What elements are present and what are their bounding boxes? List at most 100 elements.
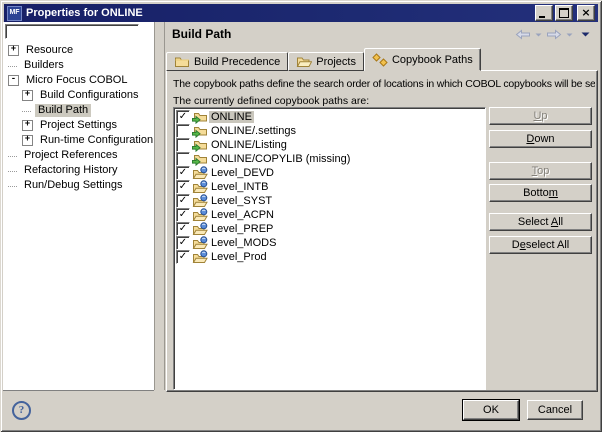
sidebar-item-label: Project References — [21, 149, 121, 162]
list-item-level-acpn[interactable]: ✓ Level_ACPN — [176, 208, 484, 222]
minimize-icon — [539, 16, 545, 18]
maximize-button[interactable] — [555, 5, 573, 21]
checkbox-checked[interactable]: ✓ — [176, 222, 190, 236]
list-item-level-syst[interactable]: ✓ Level_SYST — [176, 194, 484, 208]
titlebar[interactable]: MF Properties for ONLINE × — [4, 4, 598, 22]
level-folder-icon — [192, 250, 208, 264]
list-item-label: Level_Prod — [209, 251, 269, 263]
list-item-label: Level_MODS — [209, 237, 278, 249]
expand-icon[interactable]: + — [22, 120, 33, 131]
cancel-button[interactable]: Cancel — [527, 400, 583, 420]
list-item-online-settings[interactable]: ONLINE/.settings — [176, 124, 484, 138]
list-item-label: Level_DEVD — [209, 167, 276, 179]
list-item-level-prep[interactable]: ✓ Level_PREP — [176, 222, 484, 236]
expand-icon[interactable]: + — [8, 45, 19, 56]
back-menu-button[interactable] — [533, 33, 544, 37]
ok-button[interactable]: OK — [463, 400, 519, 420]
minimize-button[interactable] — [535, 5, 553, 21]
sidebar-item-project-settings[interactable]: + Project Settings — [3, 118, 154, 133]
button-label-part: Botto — [523, 187, 549, 199]
list-item-online-copylib-missing[interactable]: ONLINE/COPYLIB (missing) — [176, 152, 484, 166]
sidebar-item-run-time-configuration[interactable]: +Run-time Configuration — [3, 133, 154, 148]
sash-divider[interactable] — [154, 22, 165, 390]
collapse-icon[interactable]: - — [8, 75, 19, 86]
checkbox-checked[interactable]: ✓ — [176, 194, 190, 208]
select-all-button[interactable]: Select All — [489, 213, 592, 231]
sidebar-item-builders[interactable]: Builders — [3, 58, 154, 73]
list-item-label: ONLINE/Listing — [209, 139, 289, 151]
list-item-level-mods[interactable]: ✓ Level_MODS — [176, 236, 484, 250]
sidebar-item-label: Project Settings — [37, 119, 120, 132]
tree-connector — [8, 65, 17, 67]
forward-icon — [546, 29, 562, 40]
expand-icon[interactable]: + — [22, 135, 33, 146]
checkbox-checked[interactable]: ✓ — [176, 166, 190, 180]
copybook-path-list[interactable]: ✓ONLINEONLINE/.settings ONLINE/ListingONL… — [173, 107, 486, 390]
list-item-label: Level_PREP — [209, 223, 275, 235]
check-mark-icon: ✓ — [179, 182, 187, 192]
list-item-online[interactable]: ✓ONLINE — [176, 110, 484, 124]
sidebar-item-label: Refactoring History — [21, 164, 121, 177]
button-label-part: ll — [558, 216, 563, 228]
help-button[interactable]: ? — [12, 401, 31, 420]
back-button[interactable] — [513, 29, 533, 40]
checkbox-checked[interactable]: ✓ — [176, 110, 190, 124]
sidebar-item-label: Build Configurations — [37, 89, 141, 102]
tab-copybook-paths[interactable]: Copybook Paths — [364, 48, 481, 71]
down-button[interactable]: Down — [489, 130, 592, 148]
help-icon: ? — [19, 405, 25, 416]
tree-connector — [8, 185, 17, 187]
view-menu-button[interactable] — [579, 32, 592, 37]
up-button[interactable]: Up — [489, 107, 592, 125]
properties-tree: +ResourceBuilders-Micro Focus COBOL+Buil… — [3, 43, 154, 389]
expand-icon[interactable]: + — [22, 90, 33, 101]
list-item-level-prod[interactable]: ✓ Level_Prod — [176, 250, 484, 264]
tab-projects[interactable]: Projects — [288, 52, 364, 71]
sidebar-item-micro-focus-cobol[interactable]: -Micro Focus COBOL — [3, 73, 154, 88]
checkbox-unchecked[interactable] — [176, 152, 190, 166]
view-menu-icon — [581, 32, 590, 37]
checkbox-unchecked[interactable] — [176, 138, 190, 152]
sidebar-item-build-configurations[interactable]: + Build Configurations — [3, 88, 154, 103]
filter-input[interactable] — [5, 24, 139, 39]
app-icon: MF — [7, 6, 22, 21]
list-item-online-listing[interactable]: ONLINE/Listing — [176, 138, 484, 152]
checkbox-checked[interactable]: ✓ — [176, 250, 190, 264]
sidebar-item-label: Micro Focus COBOL — [23, 74, 130, 87]
forward-button[interactable] — [544, 29, 564, 40]
close-button[interactable]: × — [577, 5, 595, 21]
sidebar-item-run-debug-settings[interactable]: Run/Debug Settings — [3, 178, 154, 193]
deselect-all-button[interactable]: Deselect All — [489, 236, 592, 254]
forward-menu-button[interactable] — [564, 33, 575, 37]
button-label-part: own — [534, 133, 554, 145]
top-button[interactable]: Top — [489, 162, 592, 180]
list-item-label: Level_INTB — [209, 181, 270, 193]
list-item-label: Level_ACPN — [209, 209, 276, 221]
checkbox-checked[interactable]: ✓ — [176, 208, 190, 222]
button-label-part: p — [541, 110, 547, 122]
sidebar-item-resource[interactable]: +Resource — [3, 43, 154, 58]
checkbox-checked[interactable]: ✓ — [176, 236, 190, 250]
check-mark-icon: ✓ — [179, 112, 187, 122]
level-folder-icon — [192, 180, 208, 194]
checkbox-checked[interactable]: ✓ — [176, 180, 190, 194]
sidebar-item-refactoring-history[interactable]: Refactoring History — [3, 163, 154, 178]
bottom-button[interactable]: Bottom — [489, 184, 592, 202]
sidebar-item-project-references[interactable]: Project References — [3, 148, 154, 163]
copybook-folder-icon — [192, 153, 208, 166]
list-item-level-intb[interactable]: ✓ Level_INTB — [176, 180, 484, 194]
list-item-label: Level_SYST — [209, 195, 274, 207]
tab-label: Projects — [316, 56, 356, 68]
level-folder-icon — [192, 236, 208, 250]
tab-build-precedence[interactable]: Build Precedence — [166, 52, 288, 71]
list-item-level-devd[interactable]: ✓ Level_DEVD — [176, 166, 484, 180]
sidebar-item-build-path[interactable]: Build Path — [3, 103, 154, 118]
level-folder-icon — [192, 166, 208, 180]
tree-connector — [8, 170, 17, 172]
button-label-part: select All — [526, 239, 569, 251]
level-folder-icon — [192, 222, 208, 236]
folder-open-icon — [296, 55, 312, 68]
copybook-folder-icon — [192, 125, 208, 138]
list-item-label: ONLINE/.settings — [209, 125, 298, 137]
checkbox-unchecked[interactable] — [176, 124, 190, 138]
